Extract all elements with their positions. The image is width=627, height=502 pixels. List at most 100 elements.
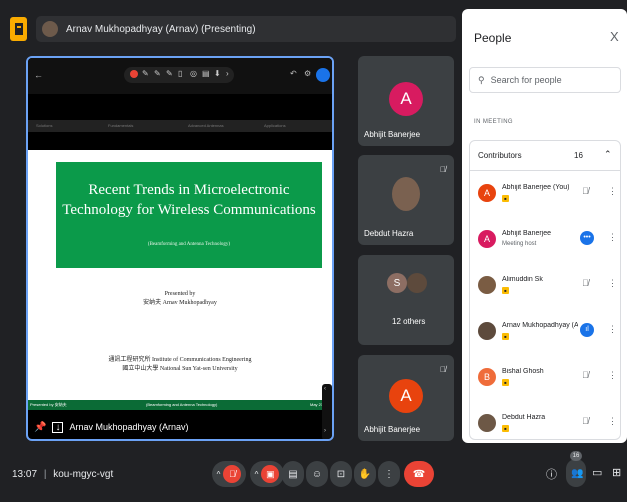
camera-toggle[interactable]: ^ ▣: [250, 461, 284, 487]
list-item[interactable]: B Bishal Ghosh ■ 🎙̸ ⋮: [470, 355, 620, 401]
participant-name: Abhijit Banerjee: [364, 425, 421, 434]
list-item[interactable]: Debdut Hazra ■ 🎙̸ ⋮: [470, 401, 620, 439]
eraser-icon[interactable]: ▯: [178, 69, 182, 78]
info-icon[interactable]: ⓘ: [546, 466, 557, 482]
captions-button[interactable]: ▤: [282, 461, 304, 487]
presenter-chip[interactable]: Arnav Mukhopadhyay (Arnav) (Presenting): [36, 16, 456, 42]
meeting-code: kou-mgyc-vgt: [53, 469, 114, 480]
mic-off-icon[interactable]: 🎙̸: [582, 416, 589, 426]
present-icon[interactable]: ↓: [52, 421, 64, 433]
mic-off-icon[interactable]: 🎙̸: [582, 278, 589, 288]
pen-icon[interactable]: ✎: [142, 69, 149, 78]
mic-off-icon: 🎙̸: [440, 165, 446, 174]
chevron-up-icon[interactable]: ⌃: [604, 149, 612, 160]
others-tile[interactable]: S 12 others: [358, 255, 454, 345]
avatar: [407, 273, 427, 293]
section-label: IN MEETING: [474, 119, 514, 125]
slide-nav-item: Applications: [264, 123, 286, 128]
shape-icon[interactable]: ◎: [190, 69, 197, 78]
people-icon: 👥: [571, 468, 584, 479]
chevron-up-icon[interactable]: ^: [255, 470, 259, 479]
marker-icon[interactable]: ✎: [154, 69, 161, 78]
more-options-button[interactable]: ⋮: [378, 461, 400, 487]
avatar: [478, 414, 496, 432]
contributors-header[interactable]: Contributors 16 ⌃: [470, 141, 620, 171]
badge-icon: ■: [502, 195, 509, 202]
captions-icon: ▤: [288, 468, 298, 480]
annotation-tools: ✎ ✎ ✎ ▯ ◎ ▤ ⬇ ›: [124, 67, 234, 83]
hand-icon: ✋: [358, 468, 372, 480]
slide-subtitle: (Beamforming and Antenna Technology): [147, 242, 231, 247]
avatar: [478, 322, 496, 340]
pin-icon[interactable]: 📌: [34, 422, 46, 433]
avatar: A: [389, 379, 423, 413]
activities-icon[interactable]: ⊞: [612, 466, 621, 479]
close-icon[interactable]: X: [610, 29, 619, 44]
institute-line-2: 國立中山大學 National Sun Yat-sen University: [122, 366, 238, 372]
list-item[interactable]: Alimuddin Sk ■ 🎙̸ ⋮: [470, 263, 620, 309]
person-name: Arnav Mukhopadhyay (A...: [502, 322, 578, 329]
presentation-icon: [10, 17, 27, 41]
participant-tile[interactable]: 🎙̸ Debdut Hazra: [358, 155, 454, 245]
presentation-stage[interactable]: ← ✎ ✎ ✎ ▯ ◎ ▤ ⬇ › ↶ ⚙ Solutions Fundamen…: [26, 56, 334, 441]
more-options-icon[interactable]: ⋮: [608, 186, 617, 197]
badge-icon: ■: [502, 425, 509, 432]
presenter-line: 安纳夫 Arnav Mukhopadhyay: [143, 300, 217, 306]
more-options-icon[interactable]: •••: [580, 231, 594, 245]
badge-icon: ■: [502, 287, 509, 294]
mic-off-icon[interactable]: 🎙̸: [582, 370, 589, 380]
presenter-name: Arnav Mukhopadhyay (Arnav): [69, 422, 189, 432]
more-options-icon[interactable]: ⋮: [608, 278, 617, 289]
mic-off-icon[interactable]: 🎙̸: [223, 465, 242, 483]
chevron-up-icon[interactable]: ^: [217, 470, 221, 479]
pen-red-icon[interactable]: [130, 70, 138, 78]
slide-footer: Presented by 安纳夫 (Beamforming and Antenn…: [28, 400, 332, 410]
more-options-icon[interactable]: ⋮: [608, 370, 617, 381]
clock: 13:07: [12, 469, 38, 480]
mic-toggle[interactable]: ^ 🎙̸: [212, 461, 246, 487]
person-name: Abhijit Banerjee (You): [502, 184, 570, 191]
more-options-icon: ⋮: [384, 468, 394, 480]
list-item[interactable]: A Abhijit Banerjee (You) ■ 🎙̸ ⋮: [470, 171, 620, 217]
back-arrow-icon[interactable]: ←: [34, 70, 43, 80]
more-options-icon[interactable]: ⋮: [608, 416, 617, 427]
laser-icon[interactable]: ⬇: [214, 69, 221, 78]
emoji-button[interactable]: ☺: [306, 461, 328, 487]
avatar: S: [387, 273, 407, 293]
more-options-icon[interactable]: ⋮: [608, 324, 617, 335]
slide-nav-item: Fundamentals: [108, 123, 134, 128]
participant-name: Debdut Hazra: [364, 229, 414, 238]
badge-icon: ■: [502, 333, 509, 340]
mic-off-icon[interactable]: 🎙̸: [582, 186, 589, 196]
people-button[interactable]: 16 👥: [566, 451, 586, 487]
settings-icon[interactable]: ⚙: [304, 69, 311, 78]
more-options-icon[interactable]: ⋮: [608, 232, 617, 243]
text-icon[interactable]: ▤: [202, 69, 210, 78]
search-input[interactable]: ⚲ Search for people: [469, 67, 621, 93]
person-name: Alimuddin Sk: [502, 276, 543, 283]
present-icon: ⊡: [336, 468, 346, 480]
participant-tile[interactable]: A Abhijit Banerjee: [358, 56, 454, 146]
present-button[interactable]: ⊡: [330, 461, 352, 487]
participant-name: Abhijit Banerjee: [364, 130, 421, 139]
person-name: Abhijit Banerjee: [502, 230, 552, 237]
group-label: Contributors: [478, 151, 522, 160]
camera-off-icon[interactable]: ▣: [261, 465, 280, 483]
raise-hand-button[interactable]: ✋: [354, 461, 376, 487]
list-item[interactable]: A Abhijit Banerjee Meeting host ••• ⋮: [470, 217, 620, 263]
undo-icon[interactable]: ↶: [290, 69, 297, 78]
chat-icon[interactable]: ▭: [592, 466, 602, 479]
avatar: B: [478, 368, 496, 386]
prev-slide-icon[interactable]: ‹: [324, 386, 326, 392]
emoji-icon: ☺: [311, 468, 323, 480]
participant-tile[interactable]: 🎙̸ A Abhijit Banerjee: [358, 355, 454, 441]
highlighter-icon[interactable]: ✎: [166, 69, 173, 78]
slide-institute: 通訊工程研究所 Institute of Communications Engi…: [28, 356, 332, 374]
list-item[interactable]: Arnav Mukhopadhyay (A... ■ ıl ⋮: [470, 309, 620, 355]
slide: Recent Trends in Microelectronic Technol…: [28, 150, 332, 405]
others-count: 12 others: [392, 317, 426, 326]
badge-icon: ■: [502, 379, 509, 386]
leave-call-button[interactable]: ☎: [404, 461, 434, 487]
person-role: Meeting host: [502, 241, 537, 247]
next-icon[interactable]: ›: [226, 69, 229, 78]
